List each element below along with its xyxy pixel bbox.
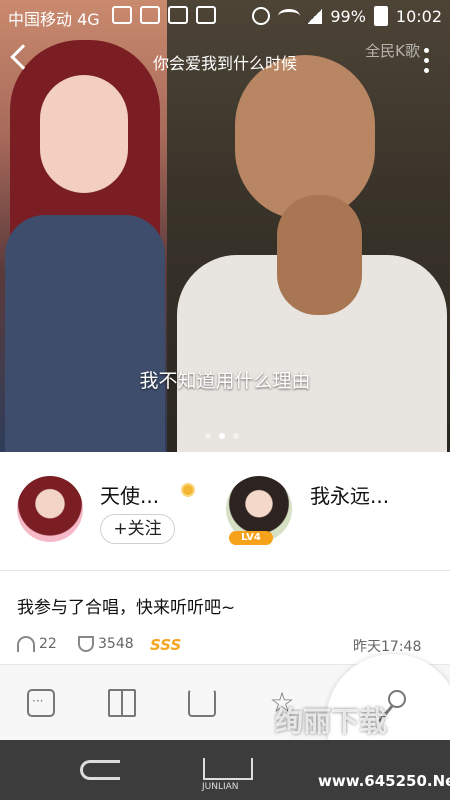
page-dot-active [219,433,225,439]
score-grade: SSS [150,636,182,654]
singer-2-name[interactable]: 我永远... [310,480,389,509]
headphone-icon [17,636,35,652]
share-icon[interactable] [188,689,216,717]
add-notification-icon [112,6,132,24]
status-bar: 中国移动 4G 99% 10:02 [0,0,450,32]
description-text: 我参与了合唱，快来听听吧~ [17,598,236,618]
level-badge: LV4 [229,531,273,545]
medal-icon [181,483,195,497]
nav-back-icon[interactable] [80,760,120,780]
lyric-line: 我不知道用什么理由 [139,370,311,392]
page-indicator [205,433,239,439]
page-dot [233,433,239,439]
battery-percent: 99% [330,6,366,26]
avatar-singer-1[interactable] [17,476,83,542]
system-nav-bar: JUNLIAN [0,740,450,800]
notification-icons [112,6,216,24]
singers-panel: 天使... +关注 LV4 我永远... [0,452,450,570]
page-dot [205,433,211,439]
app-watermark: 全民K歌 [365,42,420,60]
listen-count: 22 [39,636,57,652]
player-topbar: 你会爱我到什么时候 全民K歌 [0,40,450,84]
alarm-icon [252,7,271,25]
signal-icon [308,8,323,24]
image-notification-icon [168,6,188,24]
carrier-label: 中国移动 4G [8,10,100,29]
singer-1-name[interactable]: 天使... [100,480,159,509]
sync-notification-icon [196,6,216,24]
app-notification-icon [140,6,160,24]
follow-button[interactable]: +关注 [100,514,175,544]
nav-home-icon[interactable] [203,758,253,780]
post-time: 昨天17:48 [353,639,422,655]
gift-icon[interactable] [108,689,136,717]
divider [0,570,450,571]
more-options-icon[interactable] [424,48,430,76]
site-watermark-url: www.645250.Net [318,772,450,790]
trophy-count: 3548 [98,636,134,652]
nav-home-label: JUNLIAN [202,782,239,792]
clock-time: 10:02 [395,6,442,26]
trophy-icon [78,636,94,652]
site-watermark: 绚丽下载 [275,705,388,738]
comment-icon[interactable] [27,689,55,717]
battery-icon [373,6,388,26]
wifi-icon [278,9,301,23]
